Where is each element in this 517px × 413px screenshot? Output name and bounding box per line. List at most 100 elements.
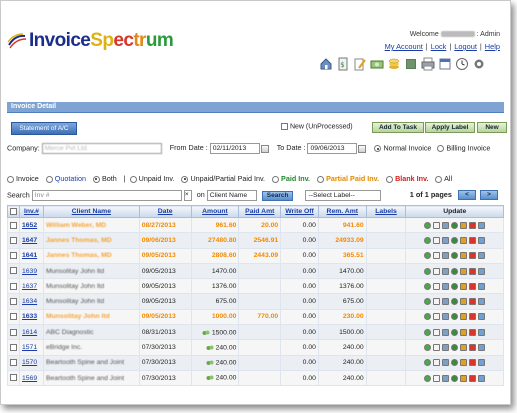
row-checkbox[interactable] [10, 374, 17, 382]
refresh-icon[interactable] [424, 282, 432, 290]
edit-icon[interactable] [433, 221, 441, 229]
mail-icon[interactable] [442, 374, 450, 382]
invoice-number-link[interactable]: 1637 [22, 283, 37, 290]
unpaid-partial-radio[interactable] [181, 175, 189, 183]
delete-icon[interactable] [469, 267, 477, 275]
status-icon[interactable] [451, 374, 459, 382]
row-select[interactable] [7, 354, 20, 371]
app-logo[interactable]: InvoiceSpectrum [7, 29, 174, 53]
apply-label-button[interactable]: Apply Label [425, 122, 475, 133]
delete-icon[interactable] [469, 282, 477, 290]
delete-icon[interactable] [469, 344, 477, 352]
select-all-header[interactable] [7, 205, 20, 218]
to-date-input[interactable]: 09/06/2013 [307, 143, 358, 154]
status-icon[interactable] [451, 236, 459, 244]
clear-search-icon[interactable]: × [183, 190, 192, 201]
col-header-labels[interactable]: Labels [365, 205, 407, 218]
row-checkbox[interactable] [10, 252, 17, 260]
quotation-radio[interactable] [45, 175, 53, 183]
prev-page-button[interactable]: < [457, 190, 476, 201]
row-select[interactable] [7, 262, 20, 280]
billing-invoice-radio[interactable] [437, 145, 445, 152]
pdf-icon[interactable] [460, 359, 468, 367]
attachment-icon[interactable] [206, 374, 214, 381]
edit-icon[interactable] [433, 236, 441, 244]
edit-icon[interactable] [433, 282, 441, 290]
unprocessed-checkbox[interactable] [281, 123, 288, 130]
status-icon[interactable] [451, 344, 459, 352]
row-select[interactable] [7, 247, 20, 264]
invoice-number-link[interactable]: 1652 [22, 222, 37, 229]
next-page-button[interactable]: > [480, 190, 498, 201]
table-row[interactable]: 1639 Munsolitay John ltd 09/05/2013 1470.00… [7, 262, 504, 280]
pdf-icon[interactable] [460, 252, 468, 260]
refresh-icon[interactable] [424, 298, 432, 306]
row-select[interactable] [7, 369, 20, 387]
row-checkbox[interactable] [10, 343, 17, 351]
table-row[interactable]: 1641 Jannes Thomas, MD 09/05/2013 2808.60 24… [7, 247, 504, 264]
delete-icon[interactable] [469, 252, 477, 260]
invoice-number-link[interactable]: 1639 [22, 268, 37, 275]
col-header-client[interactable]: Client Name [42, 205, 140, 218]
delete-icon[interactable] [469, 374, 477, 382]
attach-icon[interactable] [478, 374, 486, 382]
table-row[interactable]: 1570 Beartooth Spine and Joint 07/30/2013 2… [7, 354, 504, 371]
pdf-icon[interactable] [460, 374, 468, 382]
row-select[interactable] [7, 324, 20, 341]
refresh-icon[interactable] [424, 252, 432, 260]
logout-link[interactable]: Logout [454, 42, 477, 51]
edit-icon[interactable] [433, 252, 441, 260]
invoice-number-link[interactable]: 1633 [22, 313, 37, 320]
delete-icon[interactable] [469, 359, 477, 367]
edit-icon[interactable] [433, 267, 441, 275]
edit-document-icon[interactable] [353, 57, 367, 71]
mail-icon[interactable] [442, 236, 450, 244]
edit-icon[interactable] [433, 328, 441, 336]
delete-icon[interactable] [469, 328, 477, 336]
pdf-icon[interactable] [460, 221, 468, 229]
attachment-icon[interactable] [202, 329, 210, 336]
pdf-icon[interactable] [460, 236, 468, 244]
pdf-icon[interactable] [460, 328, 468, 336]
search-input[interactable]: Inv # [31, 190, 182, 201]
add-to-task-button[interactable]: Add To Task [372, 122, 424, 133]
mail-icon[interactable] [442, 252, 450, 260]
my-account-link[interactable]: My Account [385, 42, 423, 51]
calendar-icon[interactable] [438, 57, 452, 71]
attach-icon[interactable] [478, 252, 486, 260]
row-select[interactable] [7, 232, 20, 249]
row-select[interactable] [7, 308, 20, 326]
status-icon[interactable] [451, 267, 459, 275]
paid-radio[interactable] [272, 175, 280, 183]
refresh-icon[interactable] [424, 236, 432, 244]
refresh-icon[interactable] [424, 221, 432, 229]
both-radio[interactable] [92, 175, 100, 183]
calendar-icon[interactable] [358, 144, 367, 153]
new-button[interactable]: New [477, 122, 507, 133]
status-icon[interactable] [451, 313, 459, 321]
home-icon[interactable] [319, 57, 333, 71]
invoice-number-link[interactable]: 1571 [22, 344, 37, 351]
pdf-icon[interactable] [460, 344, 468, 352]
status-icon[interactable] [451, 359, 459, 367]
row-checkbox[interactable] [10, 328, 17, 336]
edit-icon[interactable] [433, 374, 441, 382]
col-header-date[interactable]: Date [138, 205, 192, 218]
pdf-icon[interactable] [460, 298, 468, 306]
delete-icon[interactable] [469, 298, 477, 306]
statement-of-account-button[interactable]: Statement of A/C [11, 122, 77, 135]
normal-invoice-radio[interactable] [374, 145, 382, 152]
refresh-icon[interactable] [424, 359, 432, 367]
row-checkbox[interactable] [10, 267, 17, 275]
table-row[interactable]: 1652 William Weber, MD 08/27/2013 961.60 20.… [7, 216, 504, 234]
search-button[interactable]: Search [261, 190, 294, 201]
attach-icon[interactable] [478, 236, 486, 244]
edit-icon[interactable] [433, 313, 441, 321]
status-icon[interactable] [451, 252, 459, 260]
invoice-number-link[interactable]: 1641 [22, 252, 37, 259]
table-row[interactable]: 1633 Munsolitay John ltd 09/05/2013 1000.00… [7, 308, 504, 326]
attach-icon[interactable] [478, 267, 486, 275]
unprocessed-option[interactable]: New (UnProcessed) [281, 123, 353, 130]
search-field-select[interactable]: Client Name [206, 190, 257, 201]
col-header-inv[interactable]: Inv.# [19, 205, 44, 218]
